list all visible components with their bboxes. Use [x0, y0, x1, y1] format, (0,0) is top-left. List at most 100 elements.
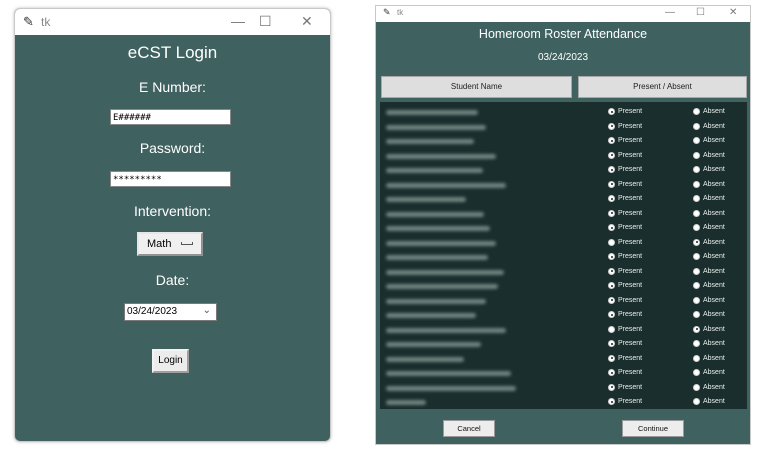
absent-radio[interactable]: [693, 311, 700, 318]
present-radio[interactable]: [608, 253, 615, 260]
absent-radio[interactable]: [693, 296, 700, 304]
present-radio[interactable]: [608, 209, 615, 217]
absent-radio[interactable]: [693, 267, 700, 275]
table-row: Present Absent: [380, 236, 747, 251]
absent-radio[interactable]: [693, 122, 700, 130]
present-radio[interactable]: [608, 224, 615, 231]
table-row: Present Absent: [380, 221, 747, 236]
present-label: Present: [618, 267, 643, 275]
present-label: Present: [618, 224, 643, 231]
table-row: Present Absent: [380, 178, 747, 193]
absent-radio[interactable]: [693, 383, 700, 391]
present-radio[interactable]: [608, 267, 615, 275]
present-label: Present: [618, 311, 643, 318]
absent-radio[interactable]: [693, 166, 700, 173]
chevron-down-icon[interactable]: ⌄: [203, 303, 211, 319]
present-label: Present: [618, 253, 643, 260]
maximize-icon[interactable]: ☐: [259, 13, 272, 30]
student-name-redacted: [386, 110, 478, 115]
absent-label: Absent: [703, 166, 725, 173]
absent-radio[interactable]: [693, 224, 700, 231]
table-row: Present Absent: [380, 323, 747, 338]
present-radio[interactable]: [608, 325, 615, 333]
student-name-redacted: [386, 182, 506, 188]
student-name-redacted: [386, 371, 511, 376]
login-heading: eCST Login: [127, 43, 218, 62]
present-label: Present: [618, 180, 643, 188]
absent-label: Absent: [703, 325, 725, 333]
absent-radio[interactable]: [693, 180, 700, 188]
absent-label: Absent: [703, 209, 725, 217]
present-radio[interactable]: [608, 238, 615, 246]
date-label: Date:: [155, 272, 190, 288]
present-absent-header: Present / Absent: [578, 76, 747, 98]
present-radio[interactable]: [608, 369, 615, 376]
present-label: Present: [618, 166, 643, 173]
present-label: Present: [618, 238, 643, 246]
present-radio[interactable]: [608, 383, 615, 391]
absent-radio[interactable]: [693, 369, 700, 376]
present-radio[interactable]: [608, 195, 615, 202]
present-radio[interactable]: [608, 311, 615, 318]
present-radio[interactable]: [608, 282, 615, 289]
absent-radio[interactable]: [693, 354, 700, 362]
present-radio[interactable]: [608, 398, 615, 405]
minimize-icon[interactable]: —: [231, 13, 245, 29]
roster-titlebar: ✎ tk — ☐ ✕: [376, 6, 750, 22]
present-radio[interactable]: [608, 122, 615, 130]
absent-radio[interactable]: [693, 398, 700, 405]
continue-button[interactable]: Continue: [622, 420, 684, 437]
absent-label: Absent: [703, 282, 725, 289]
enumber-input[interactable]: E######: [110, 109, 231, 125]
present-radio[interactable]: [608, 108, 615, 115]
table-row: Present Absent: [380, 163, 747, 178]
student-name-redacted: [386, 400, 426, 405]
present-label: Present: [618, 325, 643, 333]
student-name-redacted: [386, 124, 486, 130]
absent-radio[interactable]: [693, 195, 700, 202]
present-radio[interactable]: [608, 137, 615, 144]
absent-radio[interactable]: [693, 151, 700, 159]
absent-label: Absent: [703, 224, 725, 231]
option-indicator-icon: [181, 242, 193, 245]
table-row: Present Absent: [380, 294, 747, 309]
absent-radio[interactable]: [693, 209, 700, 217]
roster-date: 03/24/2023: [537, 52, 589, 63]
absent-radio[interactable]: [693, 238, 700, 246]
login-button[interactable]: Login: [152, 349, 189, 373]
present-radio[interactable]: [608, 340, 615, 347]
present-radio[interactable]: [608, 296, 615, 304]
absent-radio[interactable]: [693, 137, 700, 144]
present-label: Present: [618, 383, 643, 391]
close-icon[interactable]: ✕: [301, 13, 313, 30]
student-name-redacted: [386, 327, 506, 333]
absent-radio[interactable]: [693, 325, 700, 333]
student-name-redacted: [386, 356, 464, 362]
maximize-icon[interactable]: ☐: [696, 7, 705, 18]
date-combobox[interactable]: 03/24/2023 ⌄: [124, 303, 217, 321]
present-radio[interactable]: [608, 166, 615, 173]
table-row: Present Absent: [380, 192, 747, 207]
absent-label: Absent: [703, 296, 725, 304]
student-name-redacted: [386, 269, 504, 275]
absent-radio[interactable]: [693, 282, 700, 289]
close-icon[interactable]: ✕: [729, 7, 737, 18]
absent-radio[interactable]: [693, 340, 700, 347]
present-label: Present: [618, 195, 643, 202]
present-radio[interactable]: [608, 180, 615, 188]
absent-radio[interactable]: [693, 253, 700, 260]
intervention-value: Math: [147, 238, 172, 250]
roster-list: Present Absent Present Absent Present Absent P…: [380, 102, 747, 409]
absent-radio[interactable]: [693, 108, 700, 115]
minimize-icon[interactable]: —: [665, 7, 675, 18]
present-label: Present: [618, 354, 643, 362]
present-label: Present: [618, 209, 643, 217]
present-radio[interactable]: [608, 151, 615, 159]
password-input[interactable]: *********: [110, 171, 231, 187]
cancel-button[interactable]: Cancel: [443, 420, 495, 437]
intervention-option-menu[interactable]: Math: [137, 232, 203, 256]
present-radio[interactable]: [608, 354, 615, 362]
present-label: Present: [618, 282, 643, 289]
feather-icon: ✎: [383, 7, 391, 17]
absent-label: Absent: [703, 340, 725, 347]
